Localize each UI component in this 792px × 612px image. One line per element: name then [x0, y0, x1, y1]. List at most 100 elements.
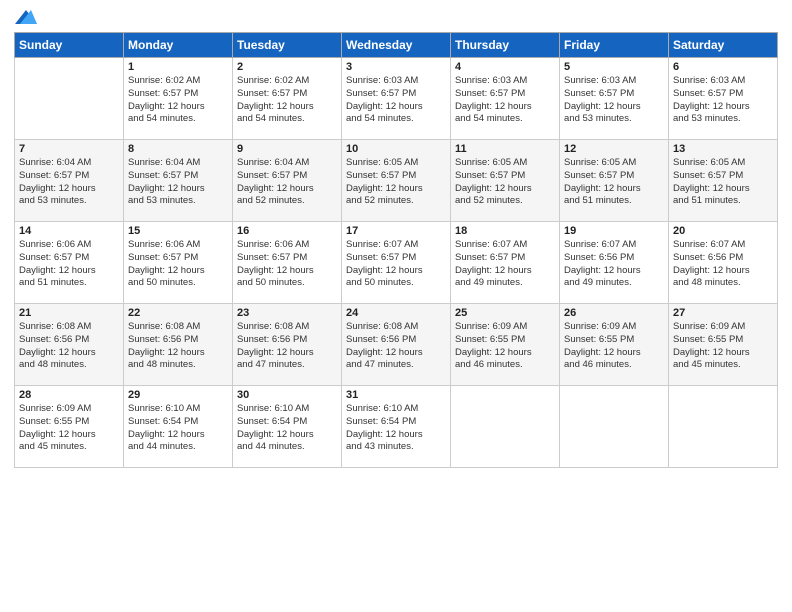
calendar-day-cell: 6 Sunrise: 6:03 AM Sunset: 6:57 PM Daylig… — [669, 58, 778, 140]
day-detail: Sunrise: 6:10 AM Sunset: 6:54 PM Dayligh… — [128, 403, 228, 454]
calendar-day-cell: 21Sunrise: 6:08 AM Sunset: 6:56 PM Dayli… — [15, 304, 124, 386]
day-number: 18 — [455, 225, 555, 237]
day-detail: Sunrise: 6:02 AM Sunset: 6:57 PM Dayligh… — [237, 75, 337, 126]
day-number: 12 — [564, 143, 664, 155]
logo — [14, 10, 37, 24]
calendar-day-cell: 5Sunrise: 6:03 AM Sunset: 6:57 PM Daylig… — [560, 58, 669, 140]
day-detail: Sunrise: 6:07 AM Sunset: 6:57 PM Dayligh… — [346, 239, 446, 290]
day-of-week-header: Monday — [124, 33, 233, 58]
day-number: 23 — [237, 307, 337, 319]
calendar-day-cell: 3 Sunrise: 6:03 AM Sunset: 6:57 PM Daylig… — [342, 58, 451, 140]
calendar-day-cell: 4Sunrise: 6:03 AM Sunset: 6:57 PM Daylig… — [451, 58, 560, 140]
day-number: 15 — [128, 225, 228, 237]
calendar-day-cell — [560, 386, 669, 468]
day-detail: Sunrise: 6:08 AM Sunset: 6:56 PM Dayligh… — [237, 321, 337, 372]
calendar-day-cell: 12 Sunrise: 6:05 AM Sunset: 6:57 PM Dayli… — [560, 140, 669, 222]
calendar-day-cell: 13Sunrise: 6:05 AM Sunset: 6:57 PM Dayli… — [669, 140, 778, 222]
day-detail: Sunrise: 6:09 AM Sunset: 6:55 PM Dayligh… — [455, 321, 555, 372]
day-detail: Sunrise: 6:03 AM Sunset: 6:57 PM Dayligh… — [346, 75, 446, 126]
day-number: 8 — [128, 143, 228, 155]
calendar-day-cell: 30Sunrise: 6:10 AM Sunset: 6:54 PM Dayli… — [233, 386, 342, 468]
day-number: 24 — [346, 307, 446, 319]
day-detail: Sunrise: 6:08 AM Sunset: 6:56 PM Dayligh… — [346, 321, 446, 372]
calendar-day-cell: 9 Sunrise: 6:04 AM Sunset: 6:57 PM Daylig… — [233, 140, 342, 222]
day-detail: Sunrise: 6:07 AM Sunset: 6:57 PM Dayligh… — [455, 239, 555, 290]
day-detail: Sunrise: 6:04 AM Sunset: 6:57 PM Dayligh… — [19, 157, 119, 208]
calendar-day-cell — [451, 386, 560, 468]
day-detail: Sunrise: 6:10 AM Sunset: 6:54 PM Dayligh… — [346, 403, 446, 454]
day-detail: Sunrise: 6:06 AM Sunset: 6:57 PM Dayligh… — [237, 239, 337, 290]
calendar-day-cell — [669, 386, 778, 468]
calendar-day-cell: 14 Sunrise: 6:06 AM Sunset: 6:57 PM Dayli… — [15, 222, 124, 304]
calendar-table: SundayMondayTuesdayWednesdayThursdayFrid… — [14, 32, 778, 468]
calendar-day-cell: 26 Sunrise: 6:09 AM Sunset: 6:55 PM Dayli… — [560, 304, 669, 386]
calendar-day-cell: 16 Sunrise: 6:06 AM Sunset: 6:57 PM Dayli… — [233, 222, 342, 304]
day-number: 7 — [19, 143, 119, 155]
day-number: 29 — [128, 389, 228, 401]
calendar-week-row: 14 Sunrise: 6:06 AM Sunset: 6:57 PM Dayli… — [15, 222, 778, 304]
calendar-day-cell — [15, 58, 124, 140]
calendar-day-cell: 25 Sunrise: 6:09 AM Sunset: 6:55 PM Dayli… — [451, 304, 560, 386]
calendar-day-cell: 7 Sunrise: 6:04 AM Sunset: 6:57 PM Daylig… — [15, 140, 124, 222]
day-number: 3 — [346, 61, 446, 73]
day-number: 31 — [346, 389, 446, 401]
day-detail: Sunrise: 6:05 AM Sunset: 6:57 PM Dayligh… — [346, 157, 446, 208]
day-detail: Sunrise: 6:05 AM Sunset: 6:57 PM Dayligh… — [564, 157, 664, 208]
day-number: 30 — [237, 389, 337, 401]
calendar-day-cell: 20 Sunrise: 6:07 AM Sunset: 6:56 PM Dayli… — [669, 222, 778, 304]
day-detail: Sunrise: 6:09 AM Sunset: 6:55 PM Dayligh… — [673, 321, 773, 372]
logo-icon — [15, 10, 37, 24]
calendar-day-cell: 23 Sunrise: 6:08 AM Sunset: 6:56 PM Dayli… — [233, 304, 342, 386]
calendar-day-cell: 24 Sunrise: 6:08 AM Sunset: 6:56 PM Dayli… — [342, 304, 451, 386]
day-of-week-header: Thursday — [451, 33, 560, 58]
calendar-week-row: 1 Sunrise: 6:02 AM Sunset: 6:57 PM Daylig… — [15, 58, 778, 140]
day-detail: Sunrise: 6:03 AM Sunset: 6:57 PM Dayligh… — [673, 75, 773, 126]
day-number: 26 — [564, 307, 664, 319]
day-number: 17 — [346, 225, 446, 237]
calendar-day-cell: 17 Sunrise: 6:07 AM Sunset: 6:57 PM Dayli… — [342, 222, 451, 304]
day-number: 5 — [564, 61, 664, 73]
calendar-day-cell: 15Sunrise: 6:06 AM Sunset: 6:57 PM Dayli… — [124, 222, 233, 304]
calendar-day-cell: 18 Sunrise: 6:07 AM Sunset: 6:57 PM Dayli… — [451, 222, 560, 304]
day-number: 10 — [346, 143, 446, 155]
day-detail: Sunrise: 6:05 AM Sunset: 6:57 PM Dayligh… — [673, 157, 773, 208]
day-detail: Sunrise: 6:09 AM Sunset: 6:55 PM Dayligh… — [19, 403, 119, 454]
day-detail: Sunrise: 6:09 AM Sunset: 6:55 PM Dayligh… — [564, 321, 664, 372]
day-number: 1 — [128, 61, 228, 73]
day-number: 21 — [19, 307, 119, 319]
day-detail: Sunrise: 6:06 AM Sunset: 6:57 PM Dayligh… — [19, 239, 119, 290]
day-detail: Sunrise: 6:08 AM Sunset: 6:56 PM Dayligh… — [128, 321, 228, 372]
calendar-day-cell: 29 Sunrise: 6:10 AM Sunset: 6:54 PM Dayli… — [124, 386, 233, 468]
day-number: 6 — [673, 61, 773, 73]
day-number: 2 — [237, 61, 337, 73]
header — [14, 10, 778, 24]
day-number: 14 — [19, 225, 119, 237]
day-number: 9 — [237, 143, 337, 155]
day-detail: Sunrise: 6:04 AM Sunset: 6:57 PM Dayligh… — [128, 157, 228, 208]
day-number: 27 — [673, 307, 773, 319]
day-of-week-header: Tuesday — [233, 33, 342, 58]
calendar-day-cell: 22 Sunrise: 6:08 AM Sunset: 6:56 PM Dayli… — [124, 304, 233, 386]
calendar-week-row: 28 Sunrise: 6:09 AM Sunset: 6:55 PM Dayli… — [15, 386, 778, 468]
day-detail: Sunrise: 6:07 AM Sunset: 6:56 PM Dayligh… — [564, 239, 664, 290]
day-detail: Sunrise: 6:05 AM Sunset: 6:57 PM Dayligh… — [455, 157, 555, 208]
calendar-day-cell: 27 Sunrise: 6:09 AM Sunset: 6:55 PM Dayli… — [669, 304, 778, 386]
day-number: 20 — [673, 225, 773, 237]
calendar-body: 1 Sunrise: 6:02 AM Sunset: 6:57 PM Daylig… — [15, 58, 778, 468]
calendar-day-cell: 11 Sunrise: 6:05 AM Sunset: 6:57 PM Dayli… — [451, 140, 560, 222]
calendar-day-cell: 10 Sunrise: 6:05 AM Sunset: 6:57 PM Dayli… — [342, 140, 451, 222]
day-number: 28 — [19, 389, 119, 401]
calendar-week-row: 7 Sunrise: 6:04 AM Sunset: 6:57 PM Daylig… — [15, 140, 778, 222]
day-number: 22 — [128, 307, 228, 319]
day-number: 16 — [237, 225, 337, 237]
day-detail: Sunrise: 6:04 AM Sunset: 6:57 PM Dayligh… — [237, 157, 337, 208]
calendar-day-cell: 2 Sunrise: 6:02 AM Sunset: 6:57 PM Daylig… — [233, 58, 342, 140]
day-number: 25 — [455, 307, 555, 319]
calendar-day-cell: 1 Sunrise: 6:02 AM Sunset: 6:57 PM Daylig… — [124, 58, 233, 140]
day-detail: Sunrise: 6:02 AM Sunset: 6:57 PM Dayligh… — [128, 75, 228, 126]
day-number: 11 — [455, 143, 555, 155]
calendar-week-row: 21 Sunrise: 6:08 AM Sunset: 6:56 PM Dayli… — [15, 304, 778, 386]
page-container: SundayMondayTuesdayWednesdayThursdayFrid… — [0, 0, 792, 478]
day-detail: Sunrise: 6:07 AM Sunset: 6:56 PM Dayligh… — [673, 239, 773, 290]
calendar-day-cell: 8 Sunrise: 6:04 AM Sunset: 6:57 PM Daylig… — [124, 140, 233, 222]
